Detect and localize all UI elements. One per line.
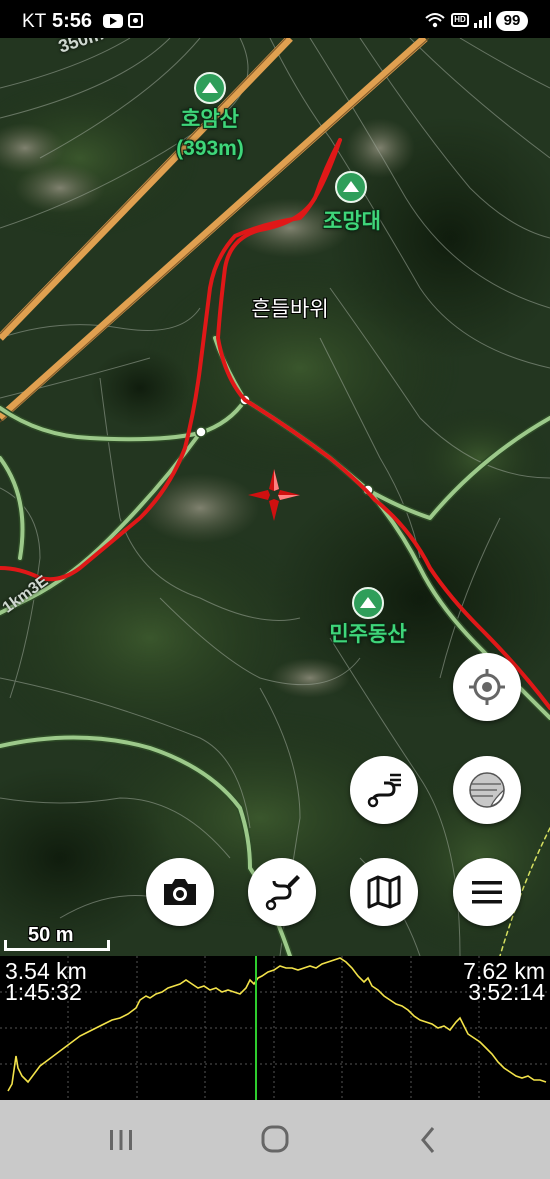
route-list-button[interactable]: [350, 756, 418, 824]
wifi-icon: [425, 13, 445, 28]
clock: 5:56: [52, 10, 93, 32]
system-nav-bar: [0, 1100, 550, 1179]
mountain-peak-icon[interactable]: [194, 72, 226, 104]
recent-apps-icon[interactable]: [101, 1122, 141, 1158]
camera-icon: [164, 879, 196, 905]
route-list-icon: [367, 773, 401, 808]
battery-icon: 99: [496, 11, 528, 31]
screen-record-icon: [128, 13, 143, 28]
route-draw-icon: [265, 875, 300, 911]
rock-label: 흔들바위: [251, 298, 329, 321]
viewpoint-icon[interactable]: [335, 171, 367, 203]
elevation-profile[interactable]: 3.54 km 1:45:32 7.62 km 3:52:14: [0, 956, 550, 1100]
map-view[interactable]: 350m 1km3E 호암산 (393m) 조망대 흔들바위 민주동산 50 m: [0, 38, 550, 956]
signal-icon: [474, 12, 491, 28]
menu-button[interactable]: [453, 858, 521, 926]
camera-button[interactable]: [146, 858, 214, 926]
peak-name-label: 호암산: [181, 108, 239, 131]
carrier-label: KT: [22, 11, 47, 32]
youtube-icon: [103, 14, 123, 28]
home-icon[interactable]: [255, 1122, 295, 1158]
current-time: 1:45:32: [5, 979, 82, 1005]
map-layer-icon: [469, 772, 505, 808]
scale-label: 50 m: [28, 924, 74, 946]
hamburger-menu-icon: [472, 881, 502, 904]
crosshair-icon: [469, 669, 505, 705]
hill-label: 민주동산: [329, 623, 407, 646]
total-time: 3:52:14: [468, 979, 545, 1005]
map-layer-button[interactable]: [453, 756, 521, 824]
hill-icon[interactable]: [352, 587, 384, 619]
map-icon: [367, 875, 401, 909]
status-bar: KT 5:56 HD 99: [0, 0, 550, 38]
hd-icon: HD: [451, 13, 469, 27]
map-button[interactable]: [350, 858, 418, 926]
scale-bar: 50 m: [4, 924, 114, 954]
peak-elevation-label: (393m): [176, 137, 244, 160]
locate-button[interactable]: [453, 653, 521, 721]
viewpoint-label: 조망대: [323, 210, 381, 233]
back-icon[interactable]: [409, 1122, 449, 1158]
route-draw-button[interactable]: [248, 858, 316, 926]
